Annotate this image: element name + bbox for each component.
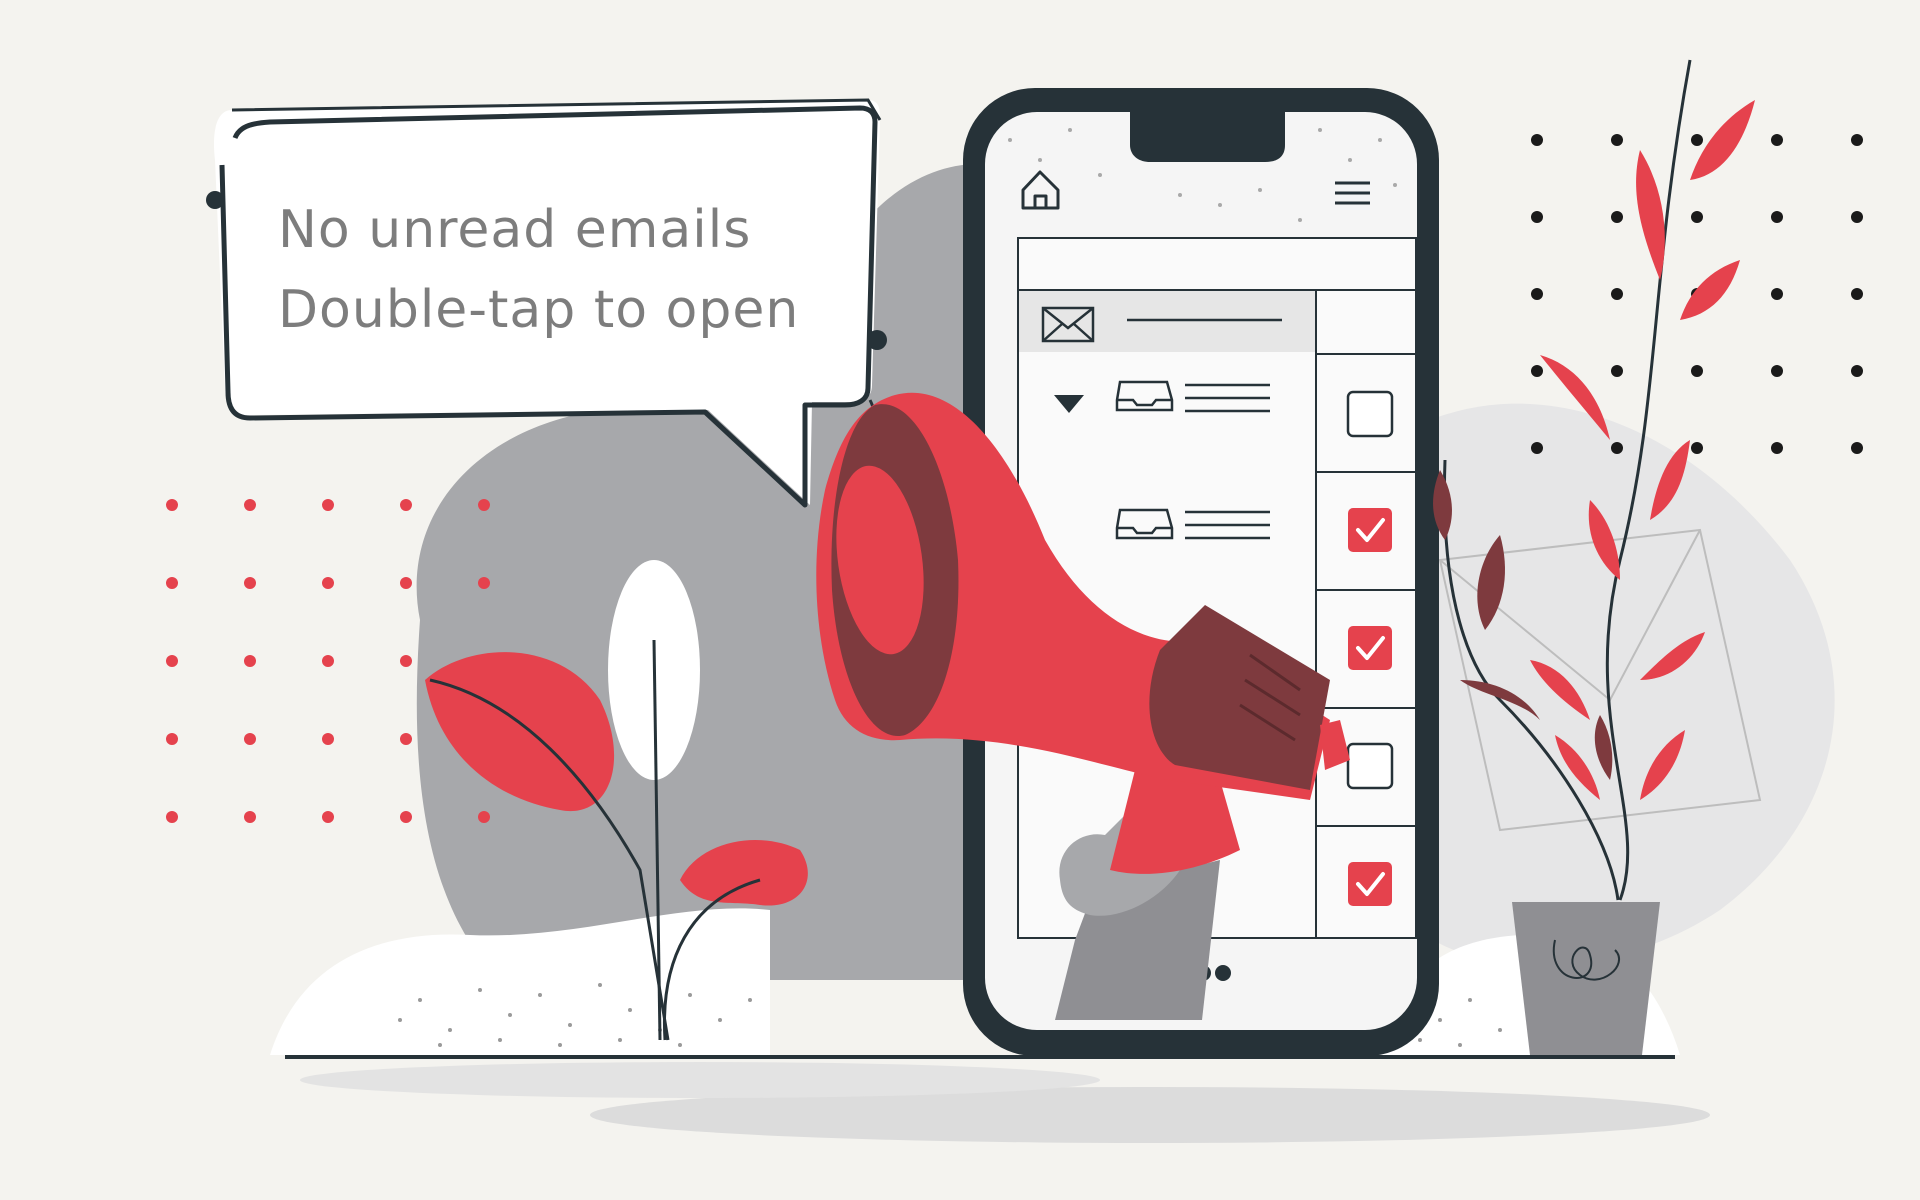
notification-line-2: Double-tap to open (278, 280, 800, 340)
notification-text: No unread emails Double-tap to open (278, 190, 858, 350)
notification-line-1: No unread emails (278, 200, 752, 260)
gray-blob-right (1390, 403, 1835, 966)
checkbox-checked[interactable] (1348, 508, 1392, 552)
checkbox-unchecked[interactable] (1346, 390, 1394, 438)
illustration-stage: No unread emails Double-tap to open (0, 0, 1920, 1200)
checkbox-checked[interactable] (1348, 862, 1392, 906)
floor-shadow-2 (300, 1062, 1100, 1098)
checkbox-checked[interactable] (1348, 626, 1392, 670)
checkbox-unchecked[interactable] (1346, 742, 1394, 790)
scene-artwork (166, 59, 1863, 1143)
